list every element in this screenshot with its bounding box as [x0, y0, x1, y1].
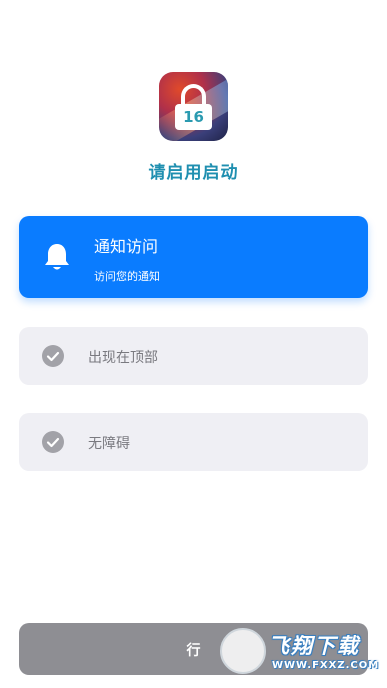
watermark: 飞翔下载 WWW.FXXZ.COM [220, 626, 380, 682]
notification-access-card[interactable]: 通知访问 访问您的通知 [19, 216, 368, 298]
check-circle-icon [42, 345, 64, 367]
app-icon: 16 [159, 72, 228, 141]
watermark-logo-icon [220, 628, 266, 674]
accessibility-card[interactable]: 无障碍 [19, 413, 368, 471]
appear-on-top-card[interactable]: 出现在顶部 [19, 327, 368, 385]
bell-icon [45, 244, 69, 270]
lock-badge-number: 16 [175, 104, 212, 130]
watermark-brand: 飞翔下载 [268, 634, 360, 658]
accessibility-label: 无障碍 [88, 436, 130, 452]
notification-access-subtitle: 访问您的通知 [94, 270, 160, 283]
check-circle-icon [42, 431, 64, 453]
watermark-url: WWW.FXXZ.COM [272, 660, 380, 671]
appear-on-top-label: 出现在顶部 [88, 350, 158, 366]
page-title: 请启用启动 [148, 163, 239, 183]
notification-access-title: 通知访问 [94, 237, 159, 256]
lock-icon: 16 [175, 84, 212, 130]
